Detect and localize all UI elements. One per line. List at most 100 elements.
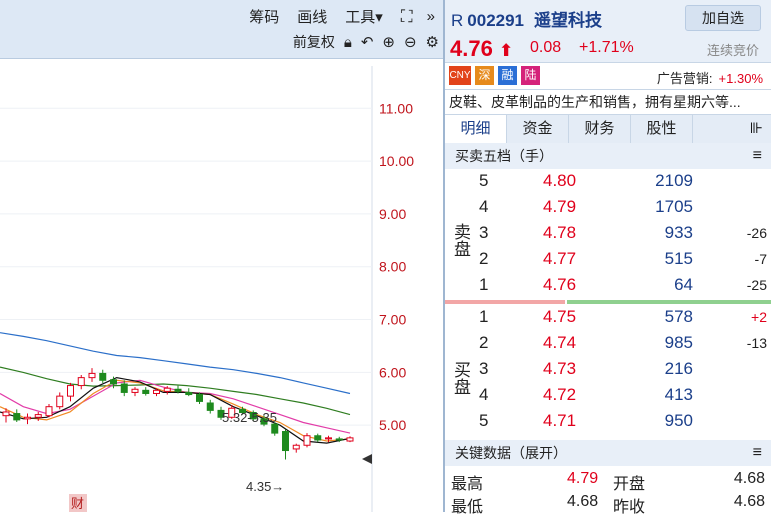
book-separator <box>445 300 771 304</box>
order-book-row[interactable]: 1 4.75 578 +2 <box>473 307 771 333</box>
candle-body[interactable] <box>206 402 214 411</box>
current-price-marker <box>362 454 372 464</box>
volume-delta: -7 <box>754 251 767 267</box>
prev-close-value: 4.68 <box>733 493 765 510</box>
order-book-title: 买卖五档（手） <box>455 148 553 164</box>
add-watchlist-button[interactable]: 加自选 <box>685 5 761 31</box>
candle-body[interactable] <box>142 389 150 394</box>
candle-body[interactable] <box>45 406 53 417</box>
candle-body[interactable] <box>24 416 31 420</box>
tag-connect[interactable]: 陆 <box>521 66 540 85</box>
order-price: 4.74 <box>543 333 577 352</box>
candle-body[interactable] <box>153 389 160 394</box>
level-number: 1 <box>479 275 489 294</box>
order-price: 4.76 <box>543 275 577 294</box>
level-number: 3 <box>479 359 489 378</box>
up-arrow-icon: ⬆ <box>498 41 514 60</box>
tab-character[interactable]: 股性 <box>631 115 693 143</box>
key-data-title: 关键数据（展开） <box>455 445 567 461</box>
order-book-row[interactable]: 4 4.72 413 <box>473 385 771 411</box>
candle-body[interactable] <box>196 394 203 402</box>
undo-icon[interactable]: ↶ <box>361 33 374 51</box>
tab-finance[interactable]: 财务 <box>569 115 631 143</box>
candle-body[interactable] <box>174 388 182 392</box>
company-description[interactable]: 皮鞋、皮革制品的生产和销售，拥有星期六等... <box>449 92 767 112</box>
tag-cny[interactable]: CNY <box>449 66 471 85</box>
menu-icon[interactable]: ≡ <box>753 440 762 466</box>
tag-row: CNY 深 融 陆 广告营销: +1.30% <box>445 62 771 90</box>
order-book-row[interactable]: 1 4.76 64 -25 <box>473 275 771 301</box>
candle-body[interactable] <box>292 444 300 450</box>
tag-shenzhen[interactable]: 深 <box>475 66 494 85</box>
y-tick-label: 7.00 <box>379 312 406 328</box>
candle-body[interactable] <box>282 431 289 452</box>
lock-icon[interactable]: 🔒︎ <box>344 34 352 51</box>
candle-body[interactable] <box>325 437 332 440</box>
tab-detail[interactable]: 明细 <box>445 115 507 143</box>
y-tick-label: 9.00 <box>379 206 406 222</box>
candle-body[interactable] <box>303 435 311 446</box>
order-book-row[interactable]: 3 4.73 216 <box>473 359 771 385</box>
candle-body[interactable] <box>335 438 343 441</box>
level-number: 3 <box>479 223 489 242</box>
financial-event-marker[interactable]: 财 <box>71 497 84 512</box>
level-number: 1 <box>479 307 489 326</box>
order-book-row[interactable]: 5 4.80 2109 <box>473 171 771 197</box>
forward-adjust-label[interactable]: 前复权 <box>293 32 335 52</box>
order-book-row[interactable]: 2 4.74 985 -13 <box>473 333 771 359</box>
y-tick-label: 6.00 <box>379 364 406 380</box>
candle-body[interactable] <box>120 383 128 393</box>
price-change-pct: +1.71% <box>579 39 634 56</box>
candle-body[interactable] <box>185 391 193 396</box>
sector-change[interactable]: 广告营销: +1.30% <box>657 68 763 87</box>
trading-status: 连续竞价 <box>706 43 759 58</box>
candle-body[interactable] <box>2 411 10 417</box>
candle-body[interactable] <box>34 414 42 418</box>
fullscreen-icon[interactable]: ⛶ <box>401 7 413 27</box>
order-price: 4.77 <box>543 249 577 268</box>
candle-body[interactable] <box>110 379 117 385</box>
zoom-out-icon[interactable]: ⊖ <box>404 33 417 51</box>
order-volume: 515 <box>664 249 693 268</box>
candle-body[interactable] <box>67 385 74 397</box>
candlestick-chart[interactable]: 11.00 10.00 9.00 8.00 7.00 6.00 5.00 5.32-5.35… <box>0 58 443 512</box>
order-volume: 2109 <box>655 171 693 190</box>
order-book-row[interactable]: 5 4.71 950 <box>473 411 771 437</box>
key-data-header[interactable]: 关键数据（展开） ≡ <box>445 440 771 466</box>
order-book-row[interactable]: 3 4.78 933 -26 <box>473 223 771 249</box>
order-volume: 578 <box>664 307 693 326</box>
tools-menu-button[interactable]: 工具▾ <box>345 6 383 27</box>
menu-icon[interactable]: ≡ <box>753 143 762 169</box>
level-number: 5 <box>479 171 489 190</box>
order-price: 4.80 <box>543 171 577 190</box>
tag-margin[interactable]: 融 <box>498 66 517 85</box>
candle-body[interactable] <box>88 372 96 379</box>
quote-header: R 002291 遥望科技 加自选 4.76 ⬆ 0.08 +1.71% 连续竞价 <box>445 0 771 62</box>
order-volume: 950 <box>664 411 693 430</box>
last-price: 4.76 ⬆ <box>450 36 513 62</box>
candle-body[interactable] <box>346 437 354 442</box>
level-number: 2 <box>479 249 489 268</box>
candle-body[interactable] <box>13 413 21 421</box>
zoom-in-icon[interactable]: ⊕ <box>382 33 395 51</box>
double-chevron-icon[interactable]: » <box>427 8 435 25</box>
candle-body[interactable] <box>271 423 279 434</box>
tab-funds[interactable]: 资金 <box>507 115 569 143</box>
candle-body[interactable] <box>77 377 85 387</box>
candle-body[interactable] <box>131 388 139 393</box>
open-value: 4.68 <box>733 470 765 487</box>
candle-body[interactable] <box>99 372 107 381</box>
candle-body[interactable] <box>314 435 322 441</box>
kline-panel: 筹码 画线 工具▾ ⛶ » 前复权 🔒︎ ↶ ⊕ ⊖ ⚙ 11.00 10.00 9… <box>0 0 443 512</box>
y-tick-label: 10.00 <box>379 153 414 169</box>
layout-switch-icon[interactable]: ⊪ <box>693 115 771 143</box>
draw-line-button[interactable]: 画线 <box>297 6 327 27</box>
candle-body[interactable] <box>163 387 171 392</box>
candle-body[interactable] <box>56 395 64 408</box>
order-book-row[interactable]: 2 4.77 515 -7 <box>473 249 771 275</box>
gear-icon[interactable]: ⚙ <box>426 33 439 51</box>
sell-side-label: 卖盘 <box>451 223 470 257</box>
volume-delta: -25 <box>746 277 767 293</box>
order-book-row[interactable]: 4 4.79 1705 <box>473 197 771 223</box>
chip-distribution-button[interactable]: 筹码 <box>249 6 279 27</box>
